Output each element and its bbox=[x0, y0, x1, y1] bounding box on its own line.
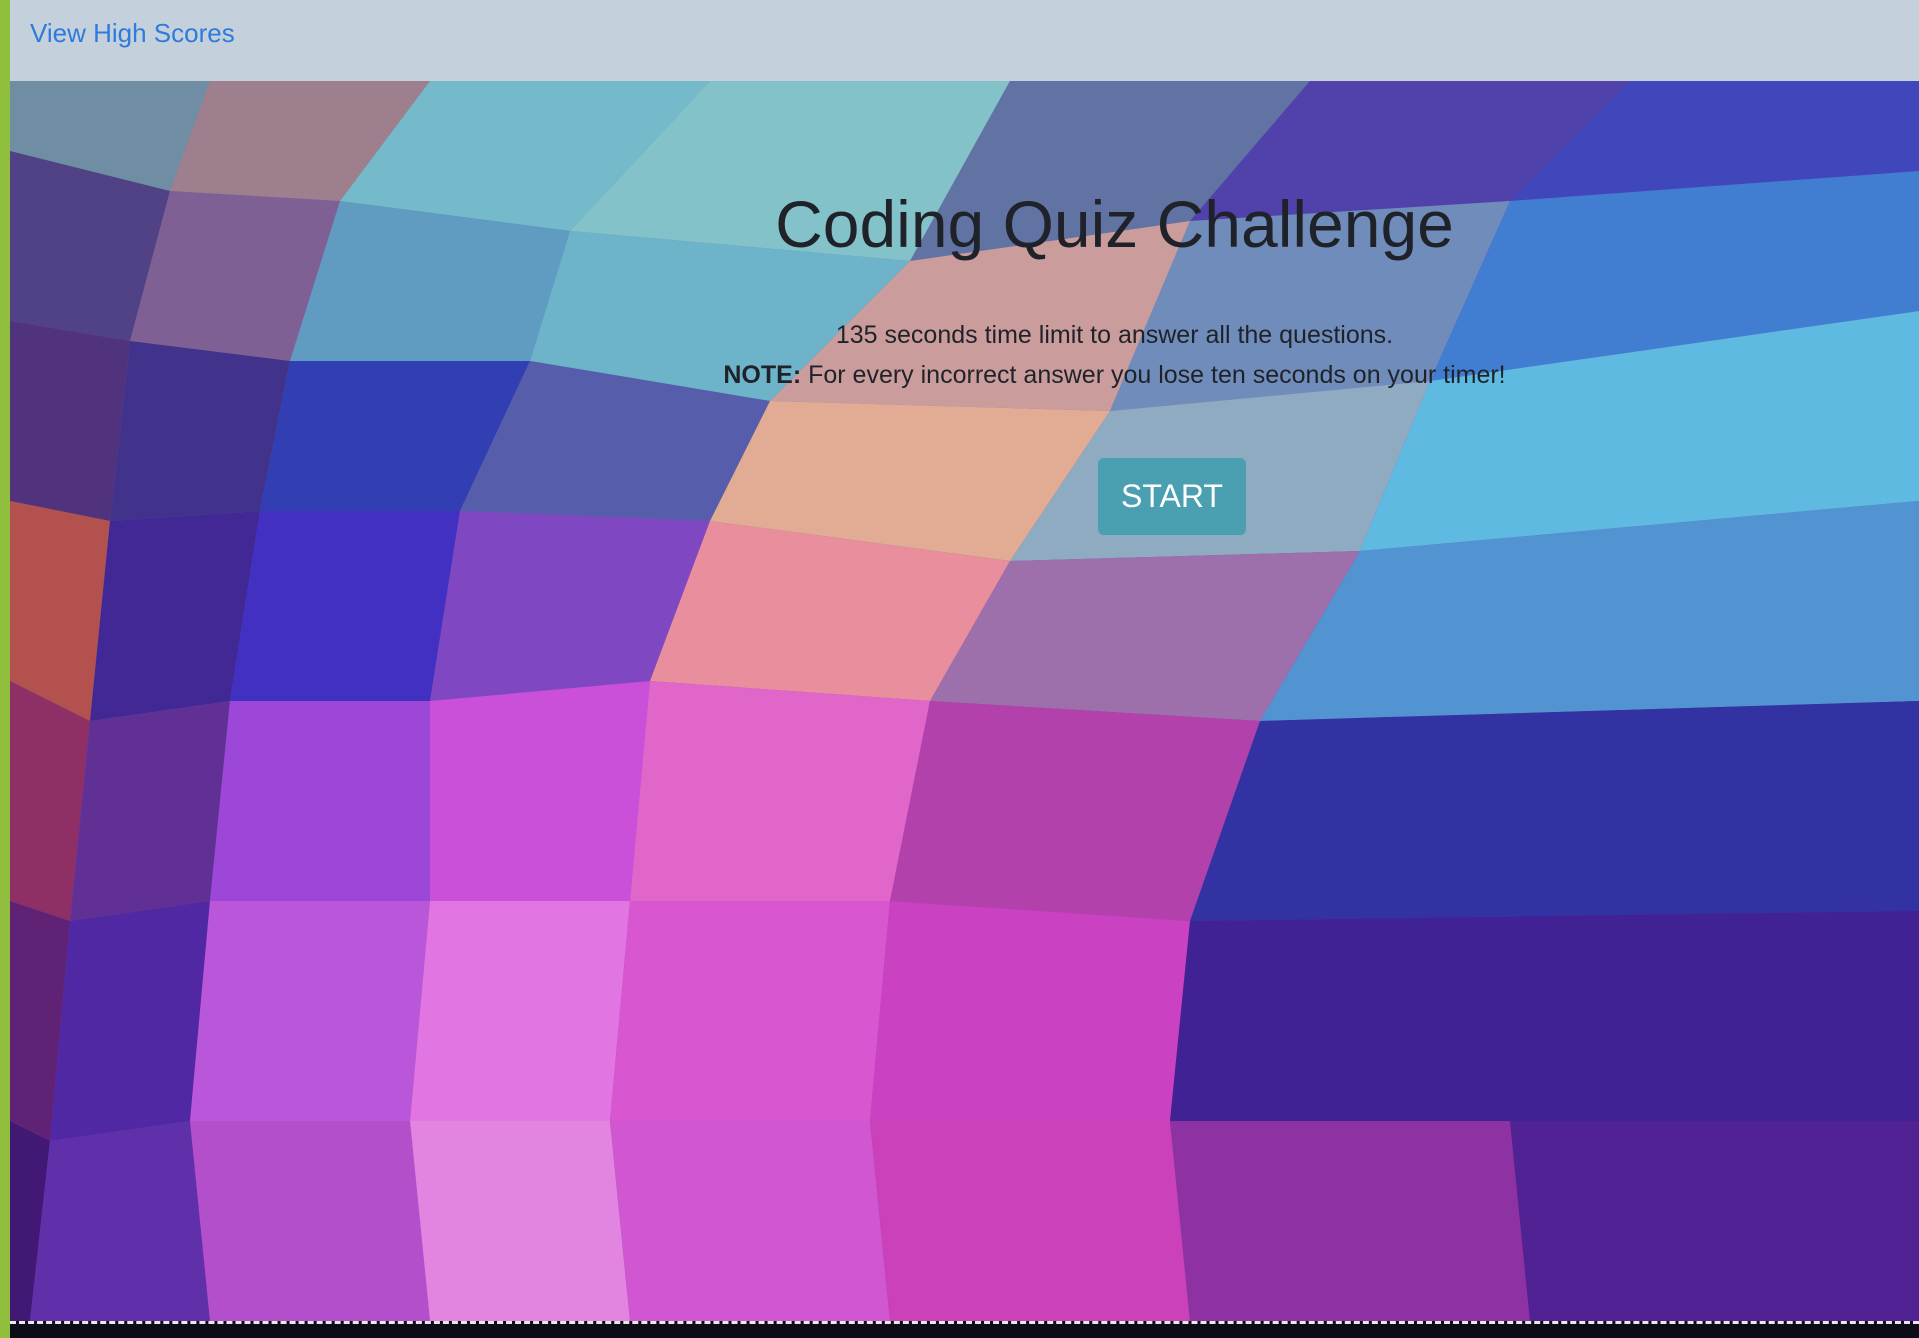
note-line: NOTE: For every incorrect answer you los… bbox=[310, 355, 1919, 395]
hero-content: Coding Quiz Challenge 135 seconds time l… bbox=[10, 81, 1919, 1321]
bottom-band bbox=[10, 1324, 1919, 1338]
top-navbar: View High Scores bbox=[10, 0, 1919, 81]
instructions: 135 seconds time limit to answer all the… bbox=[10, 315, 1919, 395]
view-high-scores-link[interactable]: View High Scores bbox=[30, 18, 235, 49]
note-label: NOTE: bbox=[723, 361, 802, 389]
hero-section: Coding Quiz Challenge 135 seconds time l… bbox=[10, 81, 1919, 1321]
page-title: Coding Quiz Challenge bbox=[775, 187, 1454, 261]
note-text: For every incorrect answer you lose ten … bbox=[801, 361, 1506, 389]
start-button[interactable]: START bbox=[1098, 458, 1246, 535]
time-limit-text: 135 seconds time limit to answer all the… bbox=[835, 321, 1394, 349]
left-edge-strip bbox=[0, 0, 10, 1338]
